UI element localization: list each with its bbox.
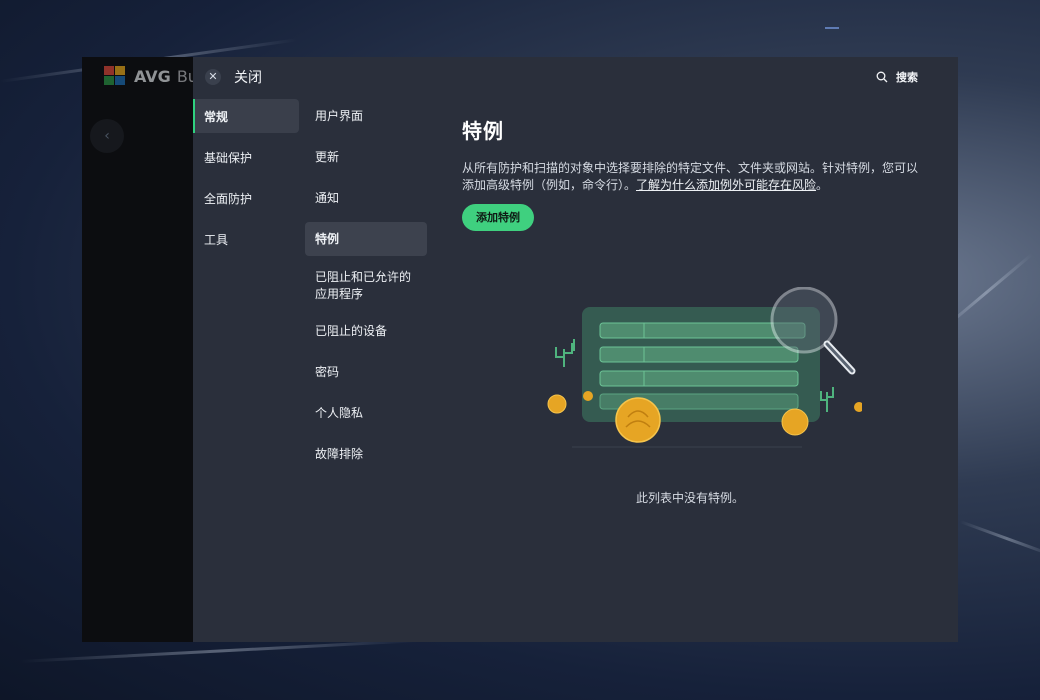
add-exception-button[interactable]: 添加特例 [462, 204, 534, 231]
secondary-nav: 用户界面 更新 通知 特例 已阻止和已允许的应用程序 已阻止的设备 密码 个人隐… [305, 99, 427, 478]
search-button[interactable]: 搜索 [876, 69, 918, 85]
search-icon [876, 71, 888, 83]
app-logo-text: AVG [134, 66, 171, 86]
background-streak [959, 520, 1040, 558]
description-end: 。 [816, 178, 829, 192]
close-icon: ✕ [208, 70, 218, 83]
sub-item-troubleshooting[interactable]: 故障排除 [305, 437, 427, 471]
back-button[interactable]: ‹ [90, 119, 124, 153]
sub-item-privacy[interactable]: 个人隐私 [305, 396, 427, 430]
search-label: 搜索 [896, 71, 918, 84]
app-logo: AVG Bus [104, 66, 206, 86]
desktop-indicator [825, 27, 839, 29]
sub-item-updates[interactable]: 更新 [305, 140, 427, 174]
risk-info-link[interactable]: 了解为什么添加例外可能存在风险 [636, 178, 816, 192]
sub-item-user-interface[interactable]: 用户界面 [305, 99, 427, 133]
sub-item-notifications[interactable]: 通知 [305, 181, 427, 215]
close-label[interactable]: 关闭 [234, 67, 262, 87]
settings-panel: ✕ 关闭 搜索 常规 基础保护 全面防护 工具 用户界面 更新 通知 特例 已阻… [193, 57, 958, 642]
sub-item-passwords[interactable]: 密码 [305, 355, 427, 389]
sub-item-blocked-devices[interactable]: 已阻止的设备 [305, 314, 427, 348]
nav-item-basic-protection[interactable]: 基础保护 [193, 140, 299, 174]
close-button[interactable]: ✕ [205, 69, 221, 85]
chevron-left-icon: ‹ [104, 128, 110, 144]
sub-item-blocked-allowed-apps[interactable]: 已阻止和已允许的应用程序 [305, 263, 427, 307]
nav-item-tools[interactable]: 工具 [193, 222, 299, 256]
content-area: 特例 从所有防护和扫描的对象中选择要排除的特定文件、文件夹或网站。针对特例，您可… [462, 115, 918, 231]
page-title: 特例 [462, 119, 504, 143]
sub-item-exceptions[interactable]: 特例 [305, 222, 427, 256]
page-description: 从所有防护和扫描的对象中选择要排除的特定文件、文件夹或网站。针对特例，您可以添加… [462, 160, 918, 194]
nav-item-general[interactable]: 常规 [193, 99, 299, 133]
background-streak [19, 639, 420, 663]
avg-logo-icon [104, 66, 128, 86]
primary-nav: 常规 基础保护 全面防护 工具 [193, 99, 299, 263]
empty-state-illustration [547, 287, 862, 448]
empty-state-text: 此列表中没有特例。 [635, 491, 744, 505]
nav-item-full-protection[interactable]: 全面防护 [193, 181, 299, 215]
app-window: AVG Bus ‹ ✕ 关闭 搜索 常规 基础保护 全面防护 工具 用户界面 更… [82, 57, 958, 642]
